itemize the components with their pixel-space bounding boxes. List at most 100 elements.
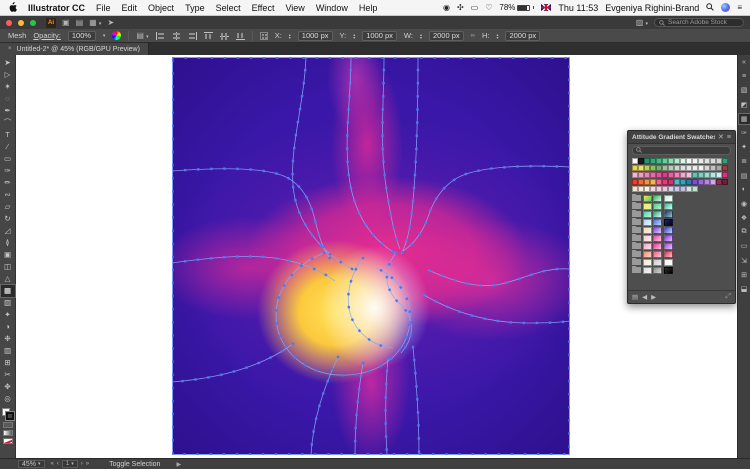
mesh-line[interactable] bbox=[173, 58, 570, 455]
opacity-value-field[interactable]: 100% bbox=[68, 31, 96, 41]
mesh-line[interactable] bbox=[403, 166, 570, 251]
mesh-anchor-points[interactable] bbox=[403, 166, 570, 251]
siri-icon[interactable] bbox=[721, 3, 730, 12]
status-bar-arrow-icon[interactable]: ▶ bbox=[176, 461, 181, 468]
mesh-anchor-points[interactable] bbox=[172, 169, 334, 263]
paintbrush-tool[interactable]: ✑ bbox=[1, 165, 15, 177]
h-value-field[interactable]: 2000 px bbox=[505, 31, 540, 41]
gradient-button[interactable] bbox=[3, 430, 13, 436]
slice-tool[interactable]: ✂ bbox=[1, 369, 15, 381]
color-swatch[interactable] bbox=[722, 158, 728, 164]
mesh-anchor-points[interactable] bbox=[293, 57, 356, 271]
artboard-tool[interactable]: ⊞ bbox=[1, 357, 15, 369]
asset-export-panel-icon[interactable]: ⇲ bbox=[739, 256, 750, 266]
gradient-swatch[interactable] bbox=[653, 243, 662, 250]
align-options-icon[interactable]: ▤ ▾ bbox=[136, 32, 148, 40]
menu-effect[interactable]: Effect bbox=[252, 3, 275, 13]
align-bottom-button[interactable] bbox=[236, 32, 245, 40]
align-top-button[interactable] bbox=[204, 32, 213, 40]
menu-file[interactable]: File bbox=[96, 3, 111, 13]
mesh-line[interactable] bbox=[424, 295, 570, 323]
opacity-chevron-icon[interactable]: ▾ bbox=[103, 33, 106, 39]
line-segment-tool[interactable]: ∕ bbox=[1, 141, 15, 153]
x-value-field[interactable]: 1000 px bbox=[298, 31, 333, 41]
constrain-proportions-icon[interactable]: ∞ bbox=[471, 33, 475, 39]
asterisk-status-icon[interactable]: ✣ bbox=[457, 3, 464, 12]
color-group-folder-icon[interactable] bbox=[632, 235, 641, 241]
menu-app-name[interactable]: Illustrator CC bbox=[28, 3, 85, 13]
mesh-anchor-points[interactable] bbox=[413, 347, 419, 455]
first-artboard-button[interactable]: « bbox=[51, 461, 54, 467]
align-panel-icon[interactable]: ⊞ bbox=[739, 270, 750, 280]
align-middle-button[interactable] bbox=[220, 32, 229, 40]
last-artboard-button[interactable]: » bbox=[86, 461, 89, 467]
gradient-swatch[interactable] bbox=[653, 195, 662, 202]
close-window-button[interactable] bbox=[6, 20, 12, 26]
color-panel-icon[interactable]: ▧ bbox=[739, 85, 750, 95]
zoom-level-select[interactable]: 45% ▾ bbox=[18, 460, 45, 468]
brushes-panel-icon[interactable]: ✑ bbox=[739, 128, 750, 138]
gradient-swatch[interactable] bbox=[643, 203, 652, 210]
hand-tool[interactable]: ✥ bbox=[1, 381, 15, 393]
mesh-line[interactable] bbox=[387, 253, 412, 353]
color-swatch[interactable] bbox=[722, 179, 728, 185]
spotlight-search-icon[interactable] bbox=[706, 3, 714, 13]
panel-header[interactable]: Attitude Gradient Swatches ✕ ≡ bbox=[628, 131, 735, 144]
color-button[interactable] bbox=[3, 422, 13, 428]
gradient-swatch[interactable] bbox=[653, 235, 662, 242]
column-graph-tool[interactable]: ▥ bbox=[1, 345, 15, 357]
gradient-swatch[interactable] bbox=[653, 211, 662, 218]
close-tab-icon[interactable]: × bbox=[8, 46, 12, 52]
zoom-window-button[interactable] bbox=[30, 20, 36, 26]
workspace-switcher-icon[interactable]: ▨ ▾ bbox=[636, 19, 648, 27]
gradient-swatch[interactable] bbox=[664, 211, 673, 218]
mesh-anchor-points[interactable] bbox=[424, 295, 570, 323]
battery-indicator[interactable]: 78% bbox=[499, 3, 534, 12]
gradient-swatch[interactable] bbox=[643, 211, 652, 218]
shape-builder-tool[interactable]: ◫ bbox=[1, 261, 15, 273]
color-guide-panel-icon[interactable]: ◩ bbox=[739, 100, 750, 110]
menu-type[interactable]: Type bbox=[185, 3, 205, 13]
apple-menu[interactable] bbox=[8, 3, 18, 13]
swatches-panel-icon[interactable]: ▦ bbox=[739, 114, 750, 124]
menubar-user-name[interactable]: Evgeniya Righini-Brand bbox=[605, 3, 699, 13]
swatch-library-menu-icon[interactable]: ▤ bbox=[632, 293, 638, 301]
w-stepper[interactable]: ▴▾ bbox=[420, 33, 422, 39]
symbols-panel-icon[interactable]: ✦ bbox=[739, 142, 750, 152]
reference-point-locator[interactable] bbox=[260, 32, 268, 40]
menubar-clock[interactable]: Thu 11:53 bbox=[558, 3, 598, 13]
gradient-swatch[interactable] bbox=[664, 267, 673, 274]
layers-panel-icon[interactable]: ⧉ bbox=[739, 227, 750, 237]
gradient-swatch[interactable] bbox=[653, 227, 662, 234]
gradient-swatch[interactable] bbox=[643, 243, 652, 250]
pathfinder-panel-icon[interactable]: ⬓ bbox=[739, 284, 750, 294]
y-stepper[interactable]: ▴▾ bbox=[353, 33, 355, 39]
mesh-line[interactable] bbox=[401, 57, 418, 254]
next-artboard-button[interactable]: › bbox=[81, 461, 83, 467]
perspective-grid-tool[interactable]: △ bbox=[1, 273, 15, 285]
selection-tool[interactable]: ➤ bbox=[1, 57, 15, 69]
opacity-label[interactable]: Opacity: bbox=[33, 31, 61, 40]
mesh-anchor-points[interactable] bbox=[401, 57, 418, 254]
lasso-tool[interactable]: ◌ bbox=[1, 93, 15, 105]
stroke-color-swatch[interactable] bbox=[6, 412, 14, 420]
mesh-line[interactable] bbox=[348, 258, 393, 348]
mesh-anchor-points[interactable] bbox=[311, 357, 338, 455]
color-group-folder-icon[interactable] bbox=[632, 203, 641, 209]
recolor-artwork-icon[interactable] bbox=[112, 31, 121, 40]
gradient-panel-icon[interactable]: ▤ bbox=[739, 171, 750, 181]
color-swatch[interactable] bbox=[722, 172, 728, 178]
w-value-field[interactable]: 2000 px bbox=[429, 31, 464, 41]
gradient-swatch[interactable] bbox=[664, 251, 673, 258]
gradient-swatch[interactable] bbox=[643, 267, 652, 274]
menu-view[interactable]: View bbox=[285, 3, 304, 13]
fill-stroke-indicator[interactable] bbox=[2, 408, 14, 420]
gradient-swatch[interactable] bbox=[643, 227, 652, 234]
menu-select[interactable]: Select bbox=[216, 3, 241, 13]
panel-resize-grip[interactable]: ⤢ bbox=[725, 293, 731, 301]
gradient-swatch[interactable] bbox=[653, 267, 662, 274]
pencil-tool[interactable]: ✏ bbox=[1, 177, 15, 189]
free-transform-tool[interactable]: ▣ bbox=[1, 249, 15, 261]
zoom-tool[interactable]: ◎ bbox=[1, 393, 15, 405]
panel-menu-icon[interactable]: ≡ bbox=[727, 134, 731, 141]
